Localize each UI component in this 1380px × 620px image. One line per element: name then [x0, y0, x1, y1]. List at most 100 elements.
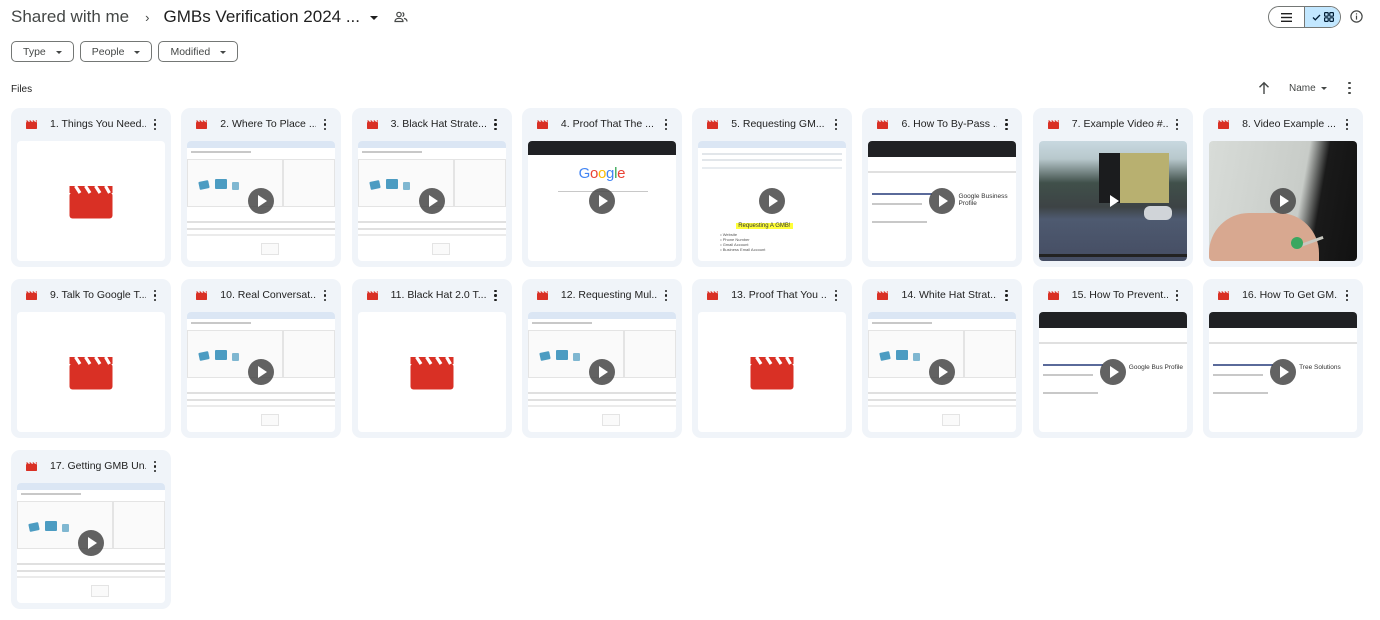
- breadcrumb: Shared with me › GMBs Verification 2024 …: [11, 4, 408, 30]
- more-vert-icon[interactable]: [323, 290, 327, 301]
- more-vert-icon[interactable]: [1175, 290, 1179, 301]
- more-vert-icon[interactable]: [153, 461, 157, 472]
- more-vert-icon[interactable]: [664, 119, 668, 130]
- play-button-icon[interactable]: [929, 188, 956, 214]
- file-card-7[interactable]: 7. Example Video #...: [1032, 108, 1193, 267]
- file-thumbnail[interactable]: Google Bus Profile: [1038, 312, 1187, 432]
- more-vert-icon[interactable]: [494, 119, 498, 130]
- more-vert-icon[interactable]: [153, 290, 157, 301]
- file-card-6[interactable]: 6. How To By-Pass ... Google Business Pr…: [862, 108, 1023, 267]
- play-button-icon[interactable]: [1099, 359, 1126, 385]
- play-button-icon[interactable]: [759, 188, 786, 214]
- more-vert-icon[interactable]: [1345, 119, 1349, 130]
- more-vert-icon[interactable]: [1348, 82, 1352, 94]
- play-button-icon[interactable]: [78, 530, 104, 556]
- more-vert-icon[interactable]: [834, 290, 838, 301]
- file-thumbnail[interactable]: [187, 312, 336, 432]
- filter-type-label: Type: [23, 45, 46, 58]
- sort-by-name-button[interactable]: Name: [1289, 83, 1327, 94]
- media-audio-icon: [232, 353, 240, 361]
- more-vert-icon[interactable]: [323, 119, 327, 130]
- more-vert-icon[interactable]: [664, 290, 668, 301]
- file-card-10[interactable]: 10. Real Conversat...: [181, 279, 342, 438]
- file-thumbnail[interactable]: [698, 312, 847, 432]
- file-card-12[interactable]: 12. Requesting Mul...: [521, 279, 682, 438]
- more-vert-icon[interactable]: [834, 119, 838, 130]
- file-card-13[interactable]: 13. Proof That You ...: [692, 279, 853, 438]
- list-view-button[interactable]: [1269, 7, 1304, 27]
- shared-people-icon[interactable]: [394, 10, 408, 24]
- file-thumbnail[interactable]: [868, 312, 1017, 432]
- file-card-11[interactable]: 11. Black Hat 2.0 T...: [351, 279, 512, 438]
- more-vert-icon[interactable]: [1175, 119, 1179, 130]
- filter-modified-chip[interactable]: Modified: [158, 41, 239, 62]
- arrow-up-icon[interactable]: [1258, 81, 1270, 95]
- play-button-icon[interactable]: [418, 188, 445, 214]
- video-file-icon: [26, 119, 37, 129]
- play-button-icon[interactable]: [588, 188, 615, 214]
- file-card-15[interactable]: 15. How To Prevent... Google Bus Profile: [1032, 279, 1193, 438]
- knowledge-panel-title: Tree Solutions: [1299, 364, 1341, 371]
- timeline-row: [357, 234, 506, 236]
- file-card-2[interactable]: 2. Where To Place ...: [181, 108, 342, 267]
- info-icon[interactable]: [1350, 10, 1363, 23]
- video-file-icon: [536, 119, 548, 129]
- timeline-row: [17, 570, 165, 572]
- file-card-17[interactable]: 17. Getting GMB Un...: [11, 450, 171, 609]
- sort-field-label: Name: [1289, 82, 1316, 94]
- file-thumbnail[interactable]: [1209, 141, 1358, 261]
- more-vert-icon[interactable]: [1345, 290, 1349, 301]
- preview-panel: [283, 330, 336, 378]
- more-vert-icon[interactable]: [494, 290, 498, 301]
- more-vert-icon[interactable]: [1004, 290, 1008, 301]
- play-button-icon[interactable]: [929, 359, 956, 385]
- folder-menu-caret-icon[interactable]: [370, 16, 379, 20]
- file-thumbnail[interactable]: [527, 312, 676, 432]
- play-button-icon[interactable]: [248, 188, 275, 214]
- play-button-icon[interactable]: [1270, 359, 1297, 385]
- file-thumbnail[interactable]: [187, 141, 336, 261]
- file-title: 10. Real Conversat...: [220, 289, 317, 301]
- file-thumbnail[interactable]: Google: [527, 141, 676, 261]
- file-thumbnail[interactable]: [17, 141, 165, 261]
- file-title: 6. How To By-Pass ...: [901, 118, 998, 130]
- file-thumbnail[interactable]: Requesting A GMB! • Website • Phone Number…: [698, 141, 847, 261]
- file-thumbnail[interactable]: [17, 312, 165, 432]
- filter-type-chip[interactable]: Type: [11, 41, 74, 62]
- file-thumbnail[interactable]: Tree Solutions: [1209, 312, 1358, 432]
- video-placeholder-icon: [410, 356, 454, 390]
- timeline-row: [17, 563, 165, 565]
- file-card-8[interactable]: 8. Video Example ...: [1203, 108, 1364, 267]
- filter-people-chip[interactable]: People: [79, 41, 153, 62]
- browser-address-bar: [868, 141, 1017, 157]
- file-card-9[interactable]: 9. Talk To Google T...: [11, 279, 171, 438]
- file-card-4[interactable]: 4. Proof That The ... Google: [521, 108, 682, 267]
- file-thumbnail[interactable]: Google Business Profile: [868, 141, 1017, 261]
- timeline-row: [868, 399, 1017, 401]
- file-card-header: 10. Real Conversat...: [181, 279, 341, 311]
- file-thumbnail[interactable]: [357, 312, 506, 432]
- play-button-icon[interactable]: [588, 359, 615, 385]
- file-card-14[interactable]: 14. White Hat Strat...: [862, 279, 1023, 438]
- file-thumbnail[interactable]: [17, 483, 165, 603]
- timeline-row: [187, 221, 336, 223]
- video-file-icon: [536, 290, 548, 300]
- file-thumbnail[interactable]: [357, 141, 506, 261]
- media-video-icon: [215, 179, 228, 189]
- chevron-down-icon: [134, 51, 141, 54]
- more-vert-icon[interactable]: [153, 119, 157, 130]
- file-card-3[interactable]: 3. Black Hat Strate...: [351, 108, 512, 267]
- file-thumbnail[interactable]: [1038, 141, 1187, 261]
- media-audio-icon: [232, 182, 240, 190]
- file-card-5[interactable]: 5. Requesting GM... Requesting A GMB! • W…: [692, 108, 853, 267]
- play-button-icon[interactable]: [1100, 188, 1126, 214]
- file-card-1[interactable]: 1. Things You Need...: [11, 108, 171, 267]
- more-vert-icon[interactable]: [1004, 119, 1008, 130]
- play-button-icon[interactable]: [248, 359, 275, 385]
- file-card-header: 7. Example Video #...: [1033, 108, 1193, 140]
- play-button-icon[interactable]: [1270, 188, 1297, 214]
- breadcrumb-shared-with-me[interactable]: Shared with me: [11, 7, 129, 27]
- grid-view-button[interactable]: [1304, 7, 1340, 27]
- file-card-16[interactable]: 16. How To Get GM... Tree Solutions: [1203, 279, 1364, 438]
- breadcrumb-current-folder[interactable]: GMBs Verification 2024 ...: [163, 7, 360, 27]
